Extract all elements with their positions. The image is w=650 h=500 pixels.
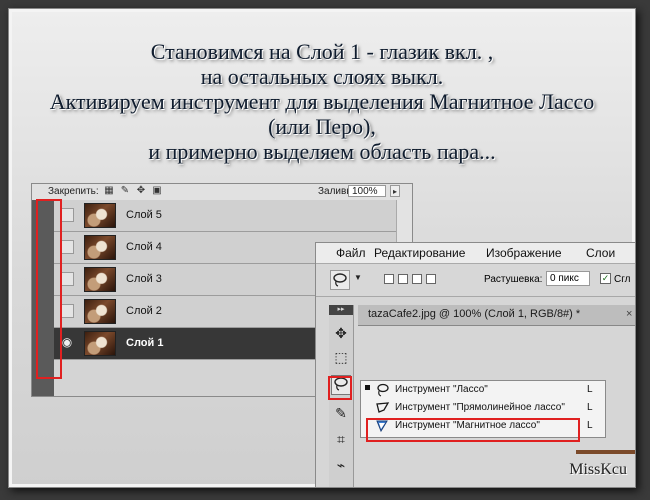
flyout-shortcut: L: [587, 402, 593, 413]
layer-thumbnail: [84, 299, 116, 324]
author-signature: MissKcu: [569, 461, 627, 478]
layer-visibility-toggle[interactable]: ◉: [60, 335, 74, 350]
close-icon[interactable]: ×: [626, 308, 635, 320]
eye-icon: ◉: [61, 335, 73, 349]
layers-left-gutter: [32, 200, 54, 396]
flyout-item-lasso[interactable]: Инструмент "Лассо" L: [361, 381, 605, 399]
lasso-icon: [375, 383, 391, 397]
add-to-selection-icon[interactable]: [398, 274, 408, 284]
fill-dropdown-icon[interactable]: ▸: [390, 185, 400, 197]
crop-tool-icon[interactable]: ⌗: [331, 429, 351, 449]
flyout-label: Инструмент "Прямолинейное лассо": [395, 402, 565, 413]
layer-visibility-toggle[interactable]: [60, 240, 74, 254]
lock-label: Закрепить:: [48, 186, 99, 197]
instruction-text: Становимся на Слой 1 - глазик вкл. , на …: [9, 39, 635, 164]
antialias-label: Сгл: [614, 274, 631, 285]
instruction-line: Активируем инструмент для выделения Магн…: [49, 89, 595, 114]
quick-selection-tool-icon[interactable]: ✎: [331, 403, 351, 423]
lasso-tool-highlight: [328, 376, 352, 400]
flyout-item-polygonal-lasso[interactable]: Инструмент "Прямолинейное лассо" L: [361, 399, 605, 417]
layer-thumbnail: [84, 267, 116, 292]
tool-preset-picker[interactable]: [330, 270, 350, 290]
layer-name: Слой 4: [126, 241, 162, 253]
instruction-line: Становимся на Слой 1 - глазик вкл. ,: [150, 39, 494, 64]
canvas-edge: [576, 450, 635, 454]
layer-visibility-toggle[interactable]: [60, 304, 74, 318]
marquee-tool-icon[interactable]: ⬚: [331, 347, 351, 367]
subtract-selection-icon[interactable]: [412, 274, 422, 284]
options-bar: ▼ Растушевка: 0 пикс ✓ Сгл: [316, 264, 635, 297]
layer-name: Слой 2: [126, 305, 162, 317]
current-tool-bullet: [365, 385, 370, 390]
flyout-shortcut: L: [587, 420, 593, 431]
document-title: tazaCafe2.jpg @ 100% (Слой 1, RGB/8#) *: [368, 308, 581, 320]
toolbox-collapse-icon[interactable]: ▸▸: [329, 305, 353, 315]
tutorial-slide: Становимся на Слой 1 - глазик вкл. , на …: [8, 8, 636, 488]
chevron-down-icon[interactable]: ▼: [354, 273, 362, 282]
flyout-shortcut: L: [587, 384, 593, 395]
move-tool-icon[interactable]: ✥: [331, 323, 351, 343]
antialias-checkbox[interactable]: ✓: [600, 273, 611, 284]
menu-layers[interactable]: Слои: [586, 246, 615, 260]
feather-input[interactable]: 0 пикс: [546, 271, 590, 286]
layer-thumbnail: [84, 235, 116, 260]
polygonal-lasso-icon: [375, 401, 391, 415]
flyout-label: Инструмент "Лассо": [395, 384, 488, 395]
photoshop-window: Файл Редактирование Изображение Слои ▼ Р…: [315, 242, 635, 487]
lasso-icon: [333, 273, 347, 287]
menu-bar: Файл Редактирование Изображение Слои: [316, 243, 635, 264]
lock-transparent-pixels-icon[interactable]: ▦: [104, 186, 114, 196]
layer-visibility-toggle[interactable]: [60, 272, 74, 286]
instruction-line: (или Перо),: [268, 114, 376, 139]
instruction-line: на остальных слоях выкл.: [200, 64, 444, 89]
layer-thumbnail: [84, 331, 116, 356]
feather-label: Растушевка:: [484, 274, 543, 285]
lock-image-pixels-icon[interactable]: ✎: [120, 186, 130, 196]
layer-row[interactable]: Слой 5: [54, 200, 396, 232]
fill-input[interactable]: 100%: [348, 185, 386, 197]
document-tab[interactable]: tazaCafe2.jpg @ 100% (Слой 1, RGB/8#) * …: [358, 305, 635, 326]
layer-name: Слой 1: [126, 337, 164, 349]
layer-thumbnail: [84, 203, 116, 228]
menu-file[interactable]: Файл: [336, 246, 366, 260]
lock-all-icon[interactable]: ▣: [152, 186, 162, 196]
layer-name: Слой 3: [126, 273, 162, 285]
layers-lock-bar: Закрепить: ▦ ✎ ✥ ▣ Заливка: 100% ▸: [32, 184, 412, 201]
intersect-selection-icon[interactable]: [426, 274, 436, 284]
eyedropper-tool-icon[interactable]: ⌁: [331, 455, 351, 475]
instruction-line: и примерно выделяем область пара...: [148, 139, 496, 164]
menu-image[interactable]: Изображение: [486, 246, 562, 260]
layer-visibility-toggle[interactable]: [60, 208, 74, 222]
lock-position-icon[interactable]: ✥: [136, 186, 146, 196]
menu-edit[interactable]: Редактирование: [374, 246, 465, 260]
new-selection-icon[interactable]: [384, 274, 394, 284]
layer-name: Слой 5: [126, 209, 162, 221]
magnetic-lasso-highlight: [366, 418, 580, 442]
